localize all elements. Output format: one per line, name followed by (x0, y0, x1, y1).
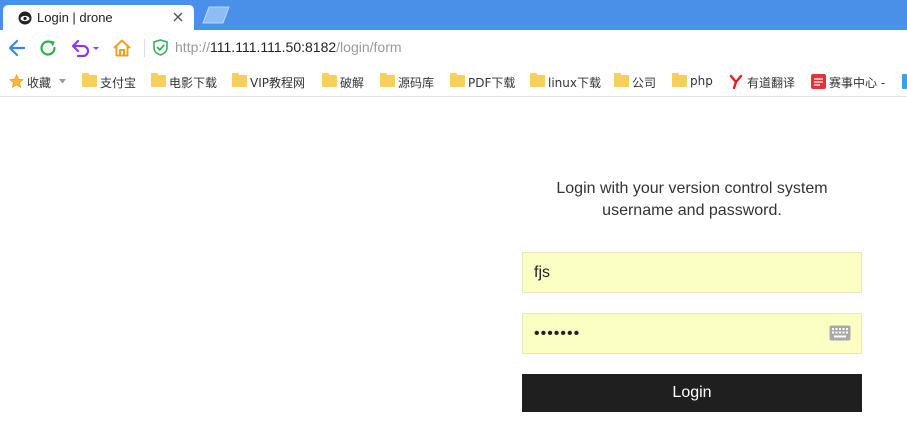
password-field[interactable] (522, 313, 862, 354)
bookmark-label: linux下载 (548, 76, 601, 90)
chevron-down-icon (59, 79, 66, 84)
folder-icon (672, 73, 687, 87)
reload-icon[interactable] (38, 38, 58, 58)
bookmark-label: 有道翻译 (747, 76, 796, 90)
url-scheme: http:// (175, 39, 211, 55)
folder-icon (450, 73, 465, 87)
undo-icon[interactable] (70, 38, 100, 58)
tab-login-drone[interactable]: Login | drone (3, 5, 194, 31)
bookmark-favorites[interactable]: 收藏 (9, 73, 69, 91)
drone-icon (18, 11, 32, 25)
folder-icon (614, 73, 629, 87)
secure-shield-icon[interactable] (153, 39, 168, 56)
login-message-line-1: Login with your version control system (556, 180, 828, 197)
login-message-line-2: username and password. (602, 202, 782, 219)
youdao-icon (729, 74, 743, 89)
navigation-bar: http://111.111.111.50:8182/login/form (0, 30, 907, 66)
folder-icon (151, 73, 166, 87)
folder-icon (232, 73, 247, 87)
bookmark-label: 电影下载 (169, 76, 218, 90)
tab-strip: Login | drone (0, 0, 907, 31)
bookmark-label: 支付宝 (100, 76, 137, 90)
new-tab-button[interactable] (201, 6, 231, 24)
bookmarks-bar: 收藏 支付宝 电影下载 VIP教程网 破解 源码库 PDF下载 linux下载 … (0, 66, 907, 97)
login-instructions: Login with your version control system u… (522, 178, 862, 222)
bookmark-overflow-icon[interactable] (902, 74, 907, 89)
folder-icon (530, 73, 545, 87)
folder-icon (82, 73, 97, 87)
tab-title: Login | drone (37, 10, 113, 25)
lpl-icon (811, 74, 826, 89)
address-bar-url[interactable]: http://111.111.111.50:8182/login/form (175, 39, 402, 55)
home-icon[interactable] (112, 38, 132, 58)
bookmark-label: 源码库 (398, 76, 435, 90)
keyboard-icon[interactable] (829, 325, 851, 341)
folder-icon (322, 73, 337, 87)
url-path: /login/form (336, 39, 402, 55)
folder-icon (380, 73, 395, 87)
bookmark-label: VIP教程网 (250, 76, 305, 90)
address-separator (144, 39, 145, 57)
username-field[interactable] (522, 252, 862, 293)
bookmark-label: PDF下载 (468, 76, 516, 90)
bookmark-label: 破解 (340, 76, 365, 90)
bookmark-label: php (690, 74, 713, 88)
bookmark-label: 收藏 (27, 76, 52, 90)
bookmark-label: 赛事中心 - (829, 76, 886, 90)
back-icon[interactable] (7, 38, 27, 58)
bookmark-label: 公司 (632, 76, 657, 90)
login-button[interactable]: Login (522, 374, 862, 412)
url-host: 111.111.111.50:8182 (210, 39, 337, 55)
close-tab-icon[interactable] (172, 11, 184, 23)
star-icon (9, 74, 24, 89)
